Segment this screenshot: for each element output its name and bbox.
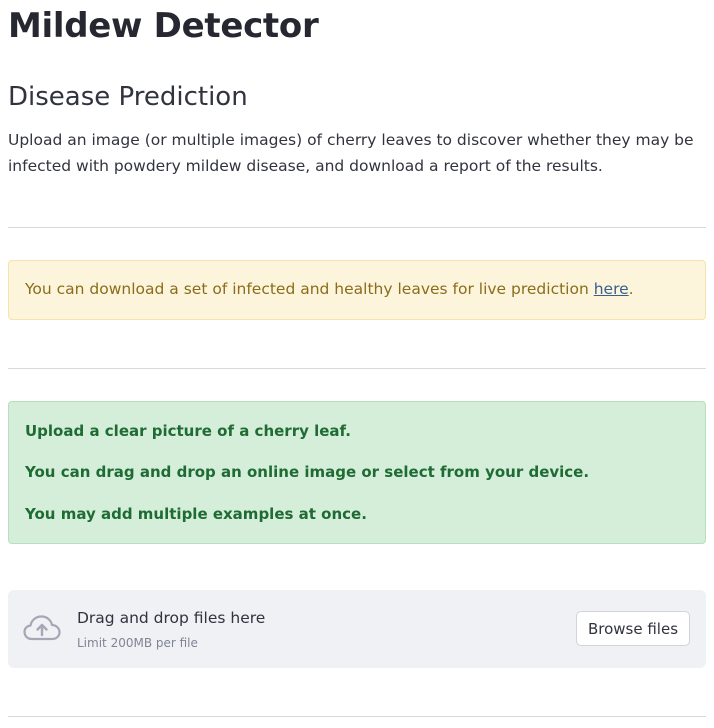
instruction-line: Upload a clear picture of a cherry leaf. xyxy=(25,422,351,440)
instruction-line: You may add multiple examples at once. xyxy=(25,505,367,523)
section-title: Disease Prediction xyxy=(8,82,248,112)
file-dropzone[interactable]: Drag and drop files here Limit 200MB per… xyxy=(8,590,706,668)
divider xyxy=(8,716,706,717)
info-banner-suffix: . xyxy=(628,280,634,298)
instructions-banner: Upload a clear picture of a cherry leaf.… xyxy=(8,401,706,544)
info-banner-message: You can download a set of infected and h… xyxy=(25,280,594,298)
app-title: Mildew Detector xyxy=(8,6,319,46)
intro-text: Upload an image (or multiple images) of … xyxy=(8,131,694,175)
info-banner: You can download a set of infected and h… xyxy=(8,260,706,320)
dropzone-label: Drag and drop files here xyxy=(77,609,266,627)
instruction-line: You can drag and drop an online image or… xyxy=(25,463,590,481)
browse-files-button[interactable]: Browse files xyxy=(576,611,690,646)
cloud-upload-icon xyxy=(23,615,61,641)
divider xyxy=(8,227,706,228)
download-link[interactable]: here xyxy=(594,280,629,298)
info-banner-text: You can download a set of infected and h… xyxy=(25,280,634,298)
divider xyxy=(8,368,706,369)
file-limit-label: Limit 200MB per file xyxy=(77,636,198,650)
